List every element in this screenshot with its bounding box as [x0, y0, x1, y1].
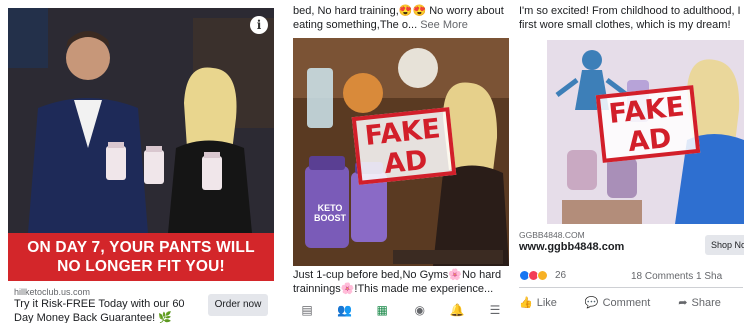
- product-label: KETO BOOST: [313, 203, 346, 223]
- banner-line-1: ON DAY 7, YOUR PANTS WILL: [27, 239, 255, 256]
- comments-count[interactable]: 18 Comments 1 Sha: [631, 271, 722, 282]
- post-actions: 👍 Like 💬 Comment ➦ Share: [519, 296, 744, 310]
- caption-text: bed, No hard training,😍😍 No worry about …: [293, 5, 504, 31]
- ad-image-3[interactable]: FAKE AD: [547, 40, 744, 224]
- ad-panel-2: bed, No hard training,😍😍 No worry about …: [285, 0, 509, 323]
- fake-ad-stamp: FAKE AD: [595, 85, 701, 163]
- ad-image-1[interactable]: i: [8, 8, 274, 233]
- post-caption: I'm so excited! From childhood to adulth…: [519, 5, 741, 31]
- ad-link-title[interactable]: www.ggbb4848.com: [519, 241, 624, 253]
- home-icon[interactable]: ▤: [299, 302, 315, 318]
- banner-line-2: NO LONGER FIT YOU!: [57, 258, 225, 275]
- ad-panel-3: I'm so excited! From childhood to adulth…: [509, 0, 744, 323]
- fake-ad-stamp: FAKE AD: [351, 107, 457, 185]
- ad-headline: Try it Risk-FREE Today with our 60 Day M…: [14, 298, 185, 323]
- wow-reaction-icon: [537, 270, 548, 281]
- notifications-icon[interactable]: 🔔: [449, 302, 465, 318]
- ad-domain: GGBB4848.COM: [519, 230, 585, 240]
- comment-icon: 💬: [584, 297, 599, 309]
- info-icon[interactable]: i: [250, 16, 268, 34]
- comment-label: Comment: [602, 296, 651, 309]
- friends-icon[interactable]: 👥: [337, 302, 353, 318]
- share-button[interactable]: ➦ Share: [678, 296, 721, 310]
- reactions-summary[interactable]: 26: [519, 270, 566, 281]
- ad-image-1-illustration: [8, 8, 274, 233]
- reaction-count: 26: [555, 270, 567, 281]
- like-button[interactable]: 👍 Like: [519, 296, 557, 310]
- post-caption-bottom: Just 1-cup before bed,No Gyms🌸No hard tr…: [293, 269, 502, 295]
- shop-now-button[interactable]: Shop Now: [705, 235, 744, 255]
- menu-icon[interactable]: ☰: [487, 302, 503, 318]
- marketplace-icon[interactable]: ▦: [374, 302, 390, 318]
- comment-button[interactable]: 💬 Comment: [584, 296, 651, 310]
- divider: [519, 287, 743, 288]
- order-now-button[interactable]: Order now: [208, 294, 268, 316]
- thumbs-up-icon: 👍: [519, 297, 533, 309]
- share-label: Share: [691, 296, 721, 309]
- ad-panel-1: i ON DAY 7, YOUR PANTS WILL NO LONGER FI…: [0, 0, 278, 323]
- ad-banner: ON DAY 7, YOUR PANTS WILL NO LONGER FIT …: [8, 233, 274, 281]
- see-more-link[interactable]: See More: [420, 19, 468, 31]
- bottom-navbar: ▤ 👥 ▦ ◉ 🔔 ☰: [293, 302, 509, 322]
- ad-domain: hillketoclub.us.com: [14, 287, 91, 297]
- watch-icon[interactable]: ◉: [412, 302, 428, 318]
- like-label: Like: [536, 296, 557, 309]
- ad-image-2[interactable]: KETO BOOST FAKE AD: [293, 38, 509, 266]
- share-icon: ➦: [678, 297, 688, 309]
- post-caption-top: bed, No hard training,😍😍 No worry about …: [293, 4, 507, 32]
